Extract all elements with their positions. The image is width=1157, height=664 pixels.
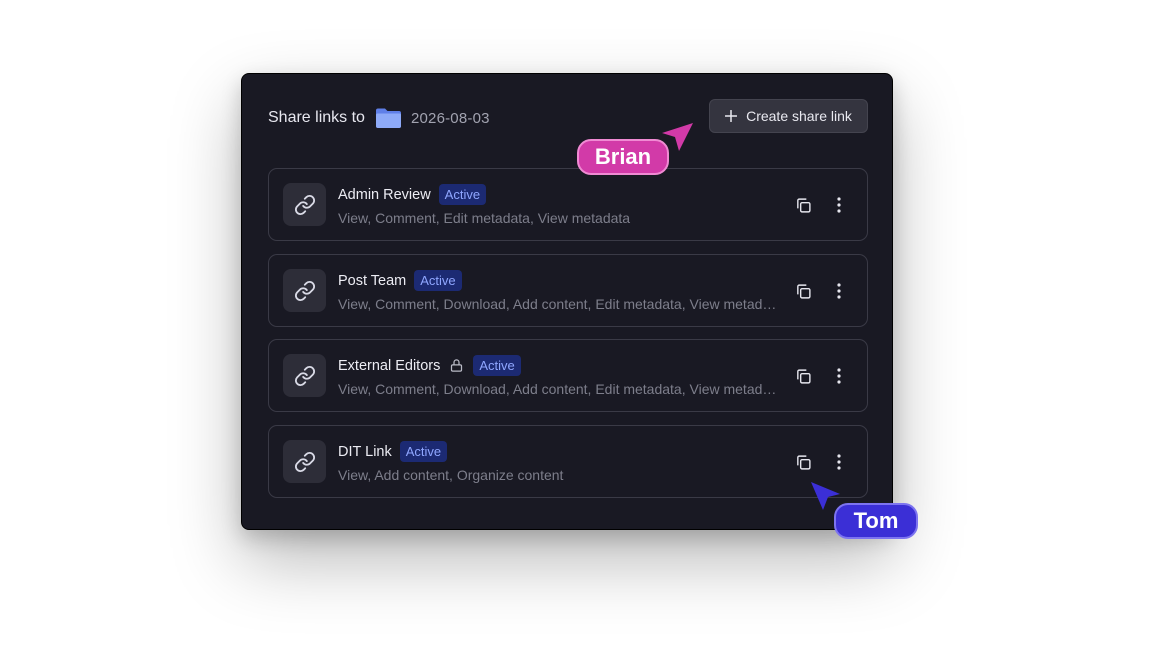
share-link-card[interactable]: DIT Link Active View, Add content, Organ… (268, 425, 868, 498)
status-badge: Active (473, 355, 521, 376)
collaborator-cursor-label: Brian (577, 139, 669, 175)
link-title-row: External Editors Active (338, 355, 521, 376)
more-options-icon[interactable] (828, 451, 850, 473)
link-permissions: View, Comment, Download, Add content, Ed… (338, 381, 778, 397)
more-options-icon[interactable] (828, 194, 850, 216)
more-options-icon[interactable] (828, 365, 850, 387)
status-badge: Active (399, 441, 448, 462)
link-icon (283, 183, 326, 226)
link-title-row: DIT Link Active (338, 441, 448, 462)
link-permissions: View, Comment, Download, Add content, Ed… (338, 296, 778, 312)
copy-icon[interactable] (792, 280, 814, 302)
copy-icon[interactable] (792, 365, 814, 387)
panel-header: Share links to 2026-08-03 (268, 107, 490, 129)
link-title-row: Post Team Active (338, 270, 462, 291)
status-badge: Active (414, 270, 462, 291)
link-icon (283, 269, 326, 312)
link-permissions: View, Comment, Edit metadata, View metad… (338, 210, 631, 226)
status-badge: Active (438, 184, 487, 205)
share-link-card[interactable]: External Editors Active View, Comment, D… (268, 339, 868, 412)
link-icon (283, 354, 326, 397)
share-link-card[interactable]: Admin Review Active View, Comment, Edit … (268, 168, 868, 241)
link-title-row: Admin Review Active (338, 184, 487, 205)
link-name: External Editors (338, 357, 441, 374)
create-share-link-button[interactable]: Create share link (709, 99, 868, 133)
lock-icon (449, 358, 464, 373)
copy-icon[interactable] (792, 194, 814, 216)
folder-icon (375, 107, 402, 129)
plus-icon (725, 110, 738, 122)
link-name: DIT Link (338, 443, 392, 460)
collaborator-cursor-label: Tom (834, 503, 918, 539)
more-options-icon[interactable] (828, 280, 850, 302)
link-icon (283, 440, 326, 483)
share-link-card[interactable]: Post Team Active View, Comment, Download… (268, 254, 868, 327)
share-links-panel: Share links to 2026-08-03 Create share l… (241, 73, 893, 530)
copy-icon[interactable] (792, 451, 814, 473)
link-name: Admin Review (338, 186, 431, 203)
folder-name: 2026-08-03 (410, 109, 490, 127)
link-permissions: View, Add content, Organize content (338, 467, 564, 483)
create-share-link-label: Create share link (746, 108, 852, 124)
link-name: Post Team (338, 272, 407, 289)
panel-title: Share links to (268, 109, 365, 126)
